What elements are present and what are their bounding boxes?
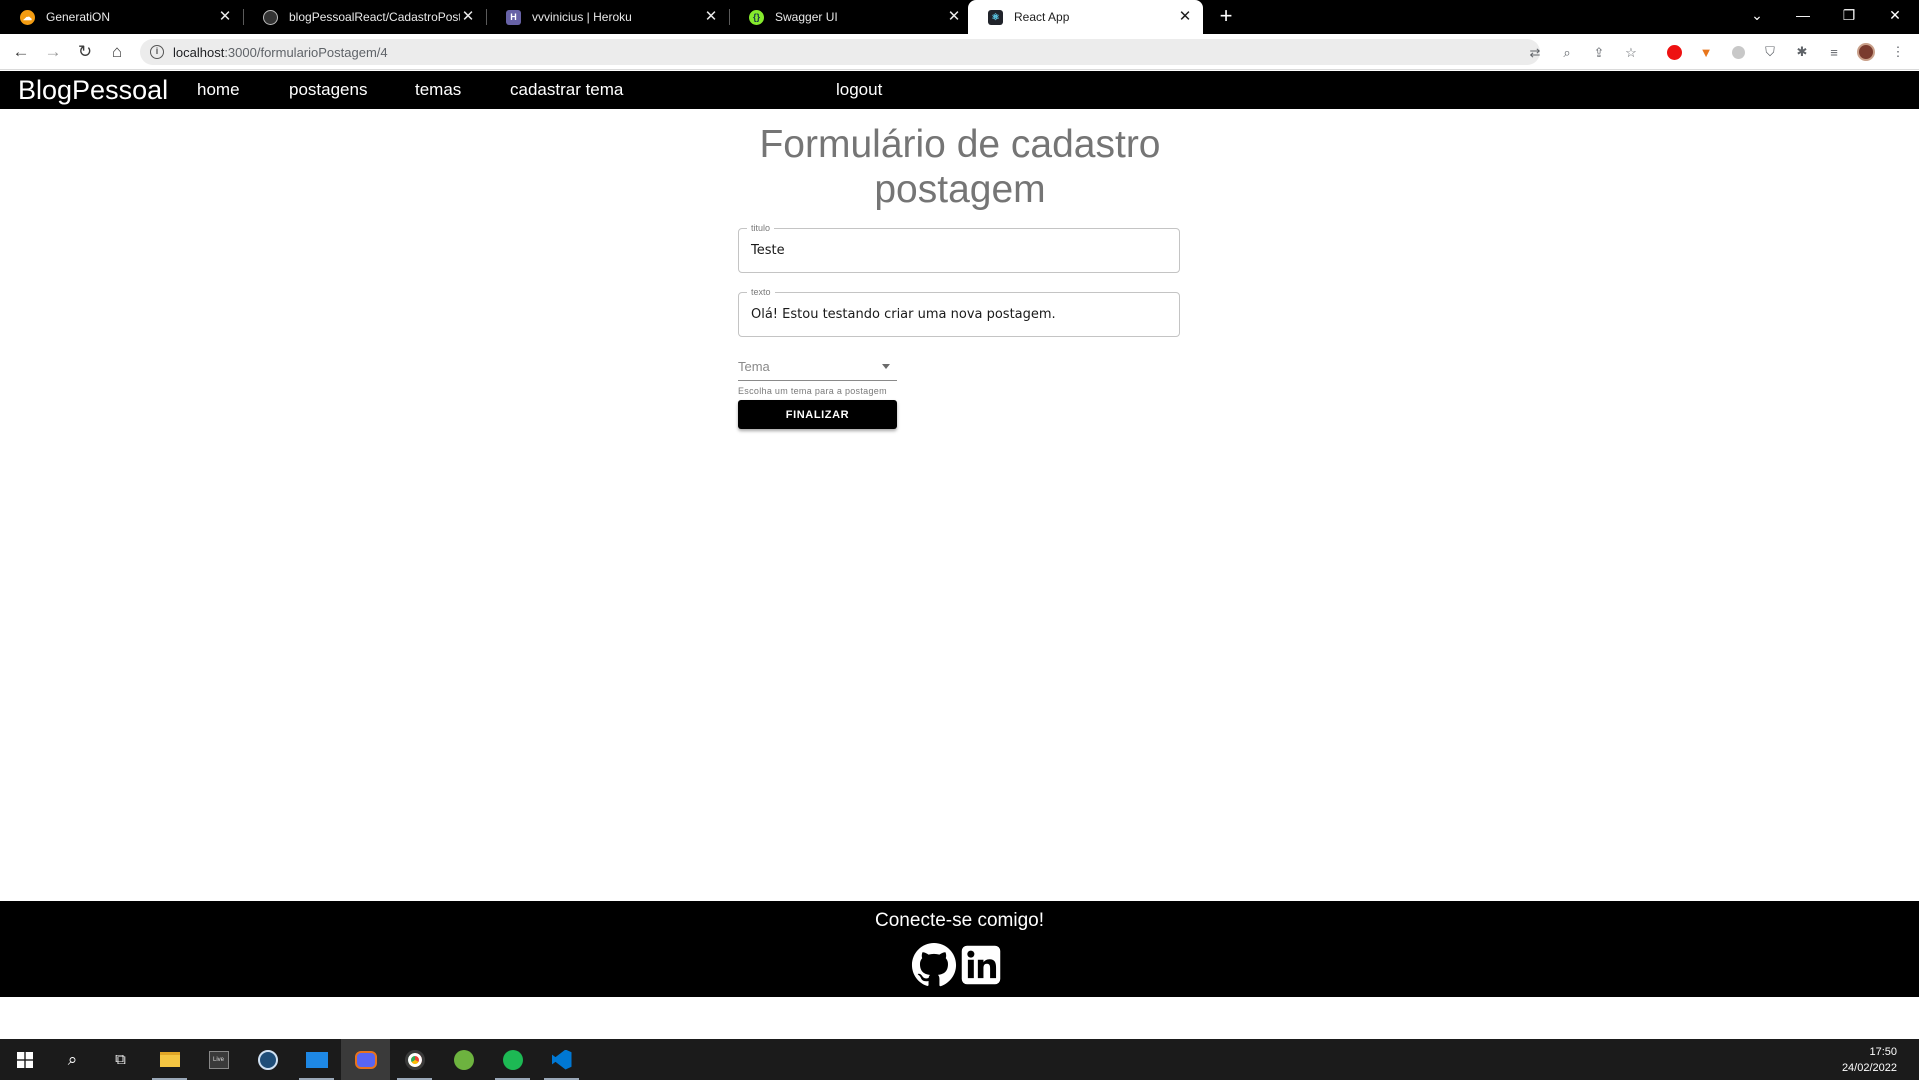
chevron-down-icon xyxy=(882,364,890,369)
forward-icon[interactable]: → xyxy=(40,39,66,65)
page-title: Formulário de cadastro postagem xyxy=(738,122,1182,212)
page-title-line: Formulário de cadastro xyxy=(759,123,1161,166)
browser-tab-heroku[interactable]: H vvvinicius | Heroku ✕ xyxy=(486,0,729,34)
share-icon[interactable]: ⇪ xyxy=(1591,45,1607,61)
avatar[interactable] xyxy=(1857,43,1875,61)
react-icon: ⚛ xyxy=(988,9,1003,25)
media-control-icon[interactable]: ≡ xyxy=(1825,43,1843,61)
github-icon xyxy=(263,9,278,25)
minimize-button[interactable]: — xyxy=(1780,0,1826,30)
opera-icon[interactable] xyxy=(1665,43,1683,61)
url-path: :3000/formularioPostagem/4 xyxy=(224,45,388,60)
close-icon[interactable]: ✕ xyxy=(946,9,962,25)
clock-date: 24/02/2022 xyxy=(1841,1062,1897,1074)
bookmark-star-icon[interactable]: ☆ xyxy=(1623,45,1639,61)
task-view-icon[interactable]: ⧉ xyxy=(96,1039,145,1080)
spotify-icon[interactable] xyxy=(488,1039,537,1080)
nav-logout[interactable]: logout xyxy=(836,80,882,100)
windows-taskbar: ⌕ ⧉ Live 17:50 24/02/2022 xyxy=(0,1039,1919,1080)
shield-icon[interactable]: ⛉ xyxy=(1761,43,1779,61)
tab-title: Swagger UI xyxy=(775,10,838,24)
clock-time: 17:50 xyxy=(1869,1046,1897,1058)
tab-title: GeneratiON xyxy=(46,10,111,24)
texto-label: texto xyxy=(747,287,775,297)
app-navbar: BlogPessoal home postagens temas cadastr… xyxy=(0,71,1919,109)
live-app-icon[interactable]: Live xyxy=(194,1039,243,1080)
tab-title: React App xyxy=(1014,10,1070,24)
reload-icon[interactable]: ↻ xyxy=(72,39,98,65)
url-text[interactable]: localhost:3000/formularioPostagem/4 xyxy=(173,45,388,60)
browser-tab-generation[interactable]: ☁ GeneratiON ✕ xyxy=(0,0,243,34)
nav-temas[interactable]: temas xyxy=(415,80,461,100)
extension-icon[interactable] xyxy=(1729,43,1747,61)
discord-icon[interactable] xyxy=(341,1039,390,1080)
close-icon[interactable]: ✕ xyxy=(217,9,233,25)
titulo-label: titulo xyxy=(747,223,775,233)
zoom-icon[interactable]: ⌕ xyxy=(1559,45,1575,61)
brand-logo[interactable]: BlogPessoal xyxy=(18,75,168,106)
close-icon[interactable]: ✕ xyxy=(703,9,719,25)
puzzle-icon[interactable]: ✱ xyxy=(1793,43,1811,61)
system-clock[interactable]: 17:50 24/02/2022 xyxy=(1842,1044,1897,1076)
file-explorer-icon[interactable] xyxy=(145,1039,194,1080)
github-icon[interactable] xyxy=(911,942,957,988)
browser-toolbar: ← → ↻ ⌂ i localhost:3000/formularioPosta… xyxy=(0,34,1919,70)
browser-tab-swagger[interactable]: {} Swagger UI ✕ xyxy=(729,0,972,34)
page-title-line: postagem xyxy=(874,168,1046,211)
browser-tab-react-app[interactable]: ⚛ React App ✕ xyxy=(968,0,1203,34)
tab-title: vvvinicius | Heroku xyxy=(532,10,632,24)
close-icon[interactable]: ✕ xyxy=(460,9,476,25)
nav-postagens[interactable]: postagens xyxy=(289,80,367,100)
home-icon[interactable]: ⌂ xyxy=(104,39,130,65)
tema-placeholder: Tema xyxy=(738,359,770,374)
close-window-button[interactable]: ✕ xyxy=(1872,0,1918,30)
new-tab-button[interactable]: + xyxy=(1214,5,1238,29)
cloud-icon: ☁ xyxy=(20,9,35,25)
url-host: localhost xyxy=(173,45,225,60)
mail-icon[interactable] xyxy=(292,1039,341,1080)
close-icon[interactable]: ✕ xyxy=(1177,9,1193,25)
windows-start-icon[interactable] xyxy=(0,1039,49,1080)
vscode-icon[interactable] xyxy=(537,1039,586,1080)
search-icon[interactable]: ⌕ xyxy=(48,1039,97,1080)
steam-icon[interactable] xyxy=(243,1039,292,1080)
browser-tab-strip: ☁ GeneratiON ✕ blogPessoalReact/Cadastro… xyxy=(0,0,1919,34)
finalizar-button[interactable]: FINALIZAR xyxy=(738,400,897,429)
texto-field[interactable]: texto Olá! Estou testando criar uma nova… xyxy=(738,287,1180,337)
chrome-icon[interactable] xyxy=(390,1039,439,1080)
tab-search-icon[interactable]: ⌄ xyxy=(1734,0,1780,30)
restore-button[interactable]: ❐ xyxy=(1826,0,1872,30)
browser-tab-github[interactable]: blogPessoalReact/CadastroPost.t ✕ xyxy=(243,0,486,34)
texto-value[interactable]: Olá! Estou testando criar uma nova posta… xyxy=(751,307,1056,322)
site-info-icon[interactable]: i xyxy=(150,45,164,59)
titulo-value[interactable]: Teste xyxy=(751,243,785,258)
address-bar[interactable]: i localhost:3000/formularioPostagem/4 ⇄ … xyxy=(140,39,1637,65)
titulo-field[interactable]: titulo Teste xyxy=(738,223,1180,273)
nav-home[interactable]: home xyxy=(197,80,240,100)
tema-select[interactable]: Tema xyxy=(738,355,897,381)
back-icon[interactable]: ← xyxy=(8,39,34,65)
metamask-icon[interactable]: ▼ xyxy=(1697,43,1715,61)
menu-dots-icon[interactable]: ⋮ xyxy=(1889,43,1907,61)
tab-title: blogPessoalReact/CadastroPost.t xyxy=(289,10,460,24)
nav-cadastrar-tema[interactable]: cadastrar tema xyxy=(510,80,623,100)
swagger-icon: {} xyxy=(749,9,764,25)
linkedin-icon[interactable] xyxy=(960,944,1002,986)
footer-title: Conecte-se comigo! xyxy=(875,910,1044,931)
footer: Conecte-se comigo! xyxy=(0,901,1919,997)
spring-tool-suite-icon[interactable] xyxy=(439,1039,488,1080)
heroku-icon: H xyxy=(506,9,521,25)
translate-icon[interactable]: ⇄ xyxy=(1527,45,1543,61)
tema-helper-text: Escolha um tema para a postagem xyxy=(738,386,887,396)
